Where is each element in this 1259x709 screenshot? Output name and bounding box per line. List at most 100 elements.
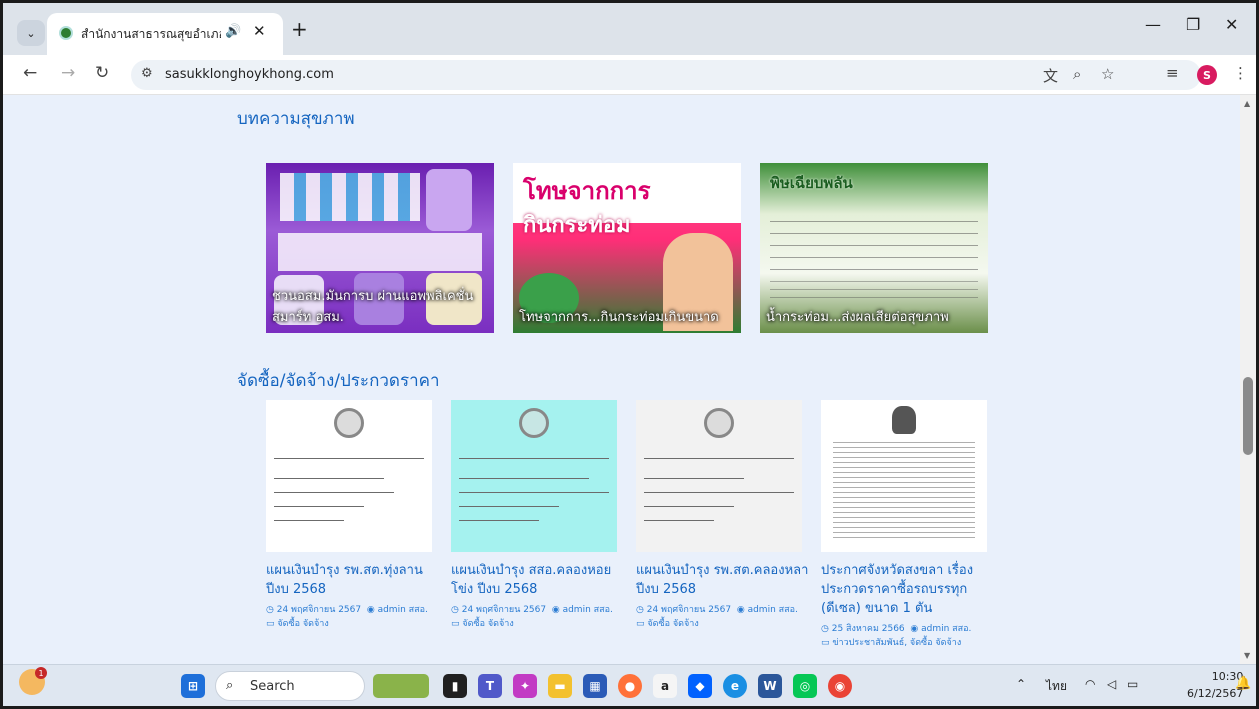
folder-icon: ▭ (636, 619, 645, 629)
store-icon[interactable]: ▦ (583, 674, 607, 698)
active-tab[interactable]: สำนักงานสาธารณสุขอำเภอคลอ 🔊 ✕ (47, 13, 283, 55)
zoom-icon[interactable]: ⌕ (1073, 65, 1081, 83)
taskbar-search[interactable]: ⌕ Search (215, 671, 365, 701)
speaker-icon[interactable]: 🔊 (225, 24, 241, 39)
amazon-icon[interactable]: a (653, 674, 677, 698)
post-author[interactable]: admin สสอ. (748, 605, 798, 615)
procurement-title: จัดซื้อ/จัดจ้าง/ประกวดราคา (237, 371, 440, 391)
post-category[interactable]: จัดซื้อ จัดจ้าง (277, 619, 328, 629)
procurement-meta: ◷ 25 สิงหาคม 2566 ◉ admin สสอ. ▭ ข่าวประ… (821, 622, 1021, 650)
procurement-thumbnail[interactable] (636, 400, 802, 552)
file-explorer-icon[interactable]: ▬ (548, 674, 572, 698)
battery-icon[interactable]: ▭ (1127, 677, 1138, 691)
line-app-icon[interactable]: ◎ (793, 674, 817, 698)
procurement-title-link[interactable]: ประกาศจังหวัดสงขลา เรื่อง ประกวดราคาซื้อ… (821, 561, 996, 618)
clock-icon: ◷ (821, 624, 829, 634)
article-card[interactable]: ชวนอสม.มันการบ ผ่านแอพพลิเคชั่น สมาร์ท อ… (266, 163, 494, 333)
browser-toolbar: ← → ↻ ⚙ sasukklonghoykhong.com 文 ⌕ ☆ ≡ S… (3, 55, 1256, 95)
temple-widget-icon[interactable] (373, 674, 429, 698)
document-line (274, 520, 344, 521)
article-card[interactable]: โทษจากการ กินกระท่อม โทษจากการ...กินกระท… (513, 163, 741, 333)
clock-icon: ◷ (266, 605, 274, 615)
garuda-emblem-icon (892, 406, 916, 434)
post-author[interactable]: admin สสอ. (921, 624, 971, 634)
health-articles-title: บทความสุขภาพ (237, 109, 355, 129)
ministry-seal-icon (334, 408, 364, 438)
windows-start-icon[interactable]: ⊞ (181, 674, 205, 698)
procurement-title-link[interactable]: แผนเงินบำรุง รพ.สต.คลองหลา ปีงบ 2568 (636, 561, 811, 599)
site-favicon-icon (59, 26, 73, 40)
teams-icon[interactable]: T (478, 674, 502, 698)
search-icon: ⌕ (226, 678, 234, 693)
volume-icon[interactable]: ◁ (1107, 677, 1116, 691)
document-line (274, 478, 384, 479)
windows-taskbar: 1 ⊞ ⌕ Search ▮ T ✦ ▬ ▦ ● a ◆ e W ◎ ◉ ⌃ ไ… (3, 664, 1256, 706)
forward-arrow-icon[interactable]: → (61, 63, 75, 83)
reading-list-icon[interactable]: ≡ (1166, 64, 1179, 82)
notification-badge: 1 (35, 667, 47, 679)
post-category[interactable]: ข่าวประชาสัมพันธ์, จัดซื้อ จัดจ้าง (832, 638, 961, 648)
procurement-title-link[interactable]: แผนเงินบำรุง รพ.สต.ทุ่งลาน ปีงบ 2568 (266, 561, 446, 599)
ministry-seal-icon (519, 408, 549, 438)
translate-icon[interactable]: 文 (1043, 65, 1058, 86)
profile-avatar[interactable]: S (1197, 65, 1217, 85)
procurement-thumbnail[interactable] (451, 400, 617, 552)
address-bar[interactable]: ⚙ sasukklonghoykhong.com 文 ⌕ ☆ (131, 60, 1201, 90)
bookmark-star-icon[interactable]: ☆ (1101, 65, 1114, 83)
dropbox-icon[interactable]: ◆ (688, 674, 712, 698)
procurement-meta: ◷ 24 พฤศจิกายน 2567 ◉ admin สสอ. ▭ จัดซื… (266, 603, 446, 631)
minimize-button[interactable]: — (1145, 15, 1161, 34)
document-line (644, 458, 794, 459)
post-date: 25 สิงหาคม 2566 (831, 624, 905, 634)
edge-icon[interactable]: e (723, 674, 747, 698)
clock-icon: ◷ (636, 605, 644, 615)
scroll-up-icon[interactable]: ▲ (1244, 99, 1250, 108)
post-author[interactable]: admin สสอ. (378, 605, 428, 615)
firefox-icon[interactable]: ● (618, 674, 642, 698)
tab-search-button[interactable]: ⌄ (17, 20, 45, 46)
document-image (636, 400, 802, 552)
document-line (459, 458, 609, 459)
procurement-thumbnail[interactable] (821, 400, 987, 552)
document-image (821, 400, 987, 552)
notification-bell-icon[interactable]: 🔔 (1235, 676, 1251, 691)
menu-kebab-icon[interactable]: ⋮ (1233, 64, 1248, 82)
user-icon: ◉ (551, 605, 560, 615)
word-icon[interactable]: W (758, 674, 782, 698)
post-category[interactable]: จัดซื้อ จัดจ้าง (647, 619, 698, 629)
site-info-icon[interactable]: ⚙ (141, 66, 153, 81)
document-line (459, 506, 559, 507)
copilot-icon[interactable]: ✦ (513, 674, 537, 698)
reload-icon[interactable]: ↻ (95, 63, 109, 83)
input-language[interactable]: ไทย (1046, 677, 1067, 696)
chrome-icon[interactable]: ◉ (828, 674, 852, 698)
post-category[interactable]: จัดซื้อ จัดจ้าง (462, 619, 513, 629)
new-tab-button[interactable]: + (291, 17, 308, 41)
task-view-icon[interactable]: ▮ (443, 674, 467, 698)
scroll-down-icon[interactable]: ▼ (1244, 651, 1250, 660)
article-caption: โทษจากการ...กินกระท่อมเกินขนาด (519, 310, 719, 325)
procurement-thumbnail[interactable] (266, 400, 432, 552)
tray-overflow-icon[interactable]: ⌃ (1016, 677, 1026, 691)
wifi-icon[interactable]: ◠ (1085, 677, 1095, 691)
tab-close-button[interactable]: ✕ (253, 22, 266, 40)
procurement-meta: ◷ 24 พฤศจิกายน 2567 ◉ admin สสอ. ▭ จัดซื… (451, 603, 631, 631)
procurement-meta: ◷ 24 พฤศจิกายน 2567 ◉ admin สสอ. ▭ จัดซื… (636, 603, 816, 631)
document-text-graphic (833, 442, 975, 538)
back-arrow-icon[interactable]: ← (23, 63, 37, 83)
document-line (274, 492, 394, 493)
clock-icon: ◷ (451, 605, 459, 615)
scrollbar-thumb[interactable] (1243, 377, 1253, 455)
window-close-button[interactable]: ✕ (1225, 15, 1238, 34)
procurement-title-link[interactable]: แผนเงินบำรุง สสอ.คลองหอยโข่ง ปีงบ 2568 (451, 561, 631, 599)
post-author[interactable]: admin สสอ. (563, 605, 613, 615)
document-line (459, 520, 539, 521)
article-heading: โทษจากการ (523, 177, 651, 205)
document-line (644, 478, 744, 479)
page-scrollbar[interactable]: ▲ ▼ (1240, 95, 1256, 664)
article-card[interactable]: พิษเฉียบพลัน น้ำกระท่อม...ส่งผลเสียต่อสุ… (760, 163, 988, 333)
url-text: sasukklonghoykhong.com (165, 67, 334, 82)
restore-button[interactable]: ❐ (1186, 15, 1200, 34)
article-heading: พิษเฉียบพลัน (770, 174, 853, 192)
post-date: 24 พฤศจิกายน 2567 (276, 605, 362, 615)
